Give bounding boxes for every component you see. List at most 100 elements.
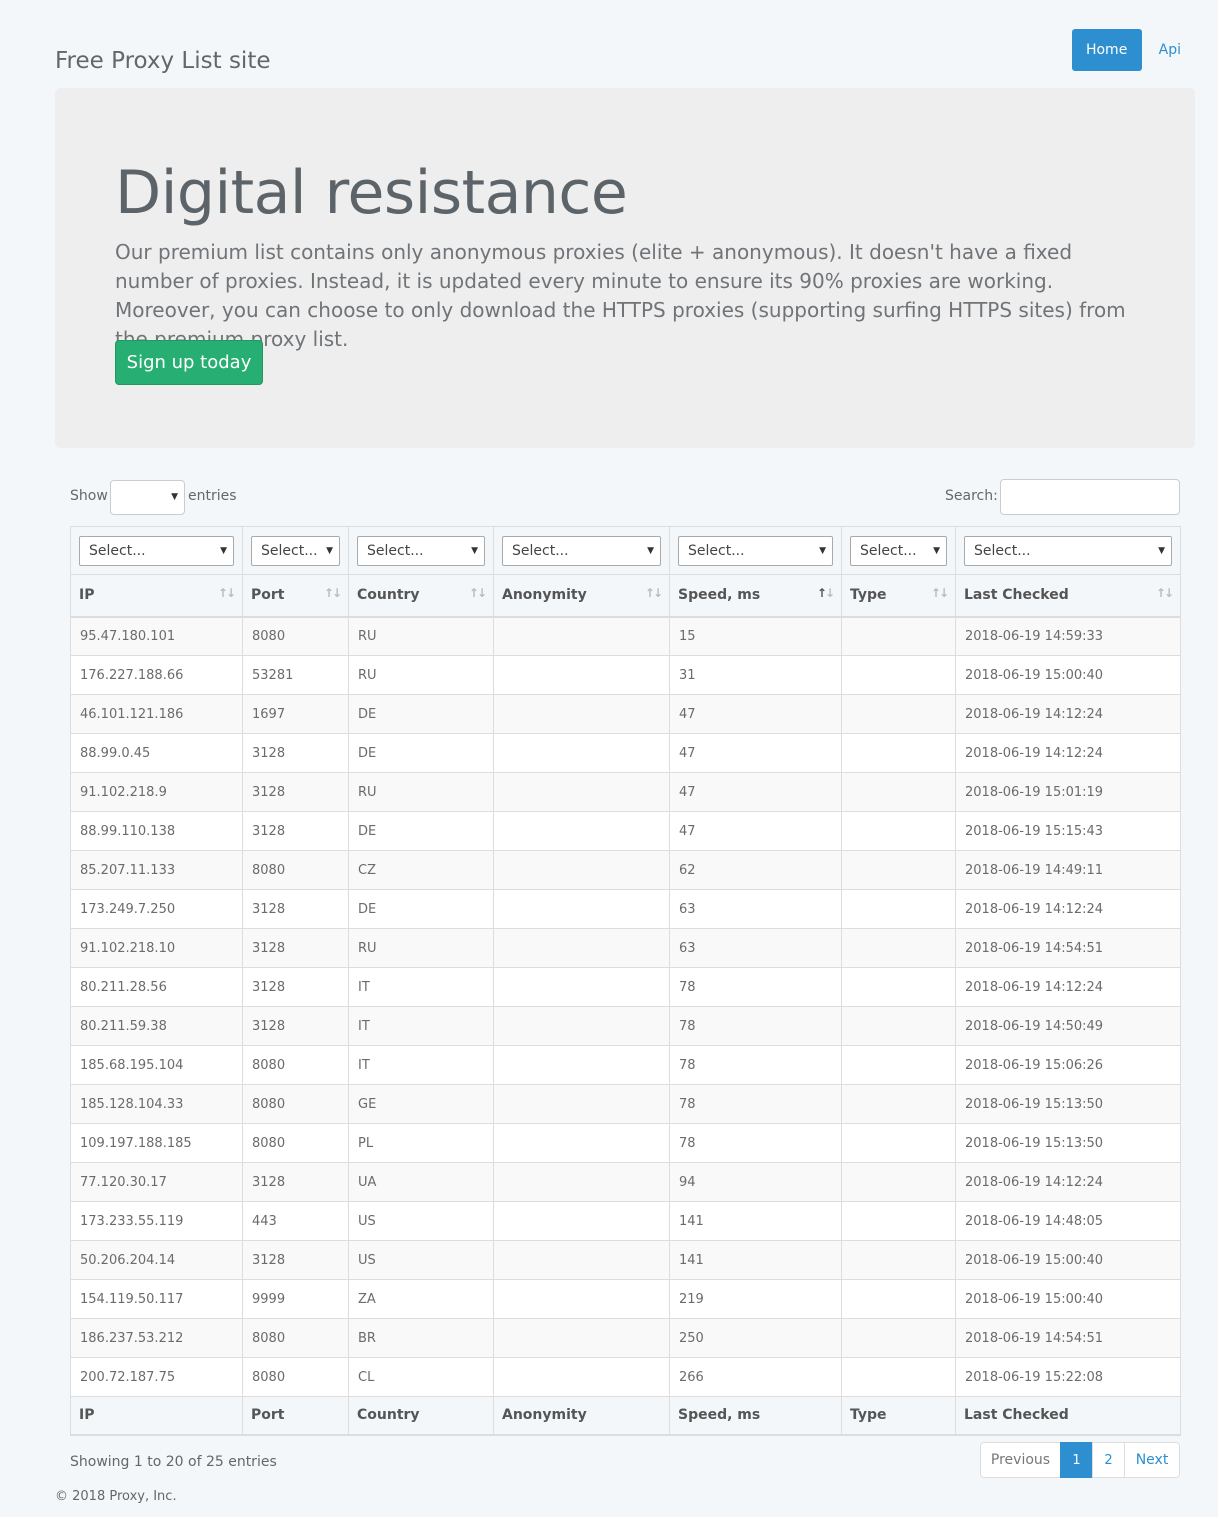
column-filter-select[interactable]: Select... ▼ — [964, 535, 1172, 566]
table-cell — [493, 694, 670, 734]
table-cell — [841, 1357, 956, 1397]
table-cell: 2018-06-19 14:12:24 — [955, 733, 1181, 773]
column-header[interactable]: Speed, ms ↑↓ — [669, 574, 842, 618]
pagination-previous[interactable]: Previous — [980, 1442, 1061, 1478]
table-cell: CL — [348, 1357, 494, 1397]
table-cell: 77.120.30.17 — [70, 1162, 243, 1202]
table-cell — [493, 1006, 670, 1046]
table-cell: 2018-06-19 15:06:26 — [955, 1045, 1181, 1085]
column-filter-select[interactable]: Select... ▼ — [850, 535, 947, 566]
column-header[interactable]: Country ↑↓ — [348, 574, 494, 618]
column-filter-select[interactable]: Select... ▼ — [79, 535, 234, 566]
table-cell: DE — [348, 811, 494, 851]
table-cell — [841, 655, 956, 695]
column-header[interactable]: Type ↑↓ — [841, 574, 956, 618]
table-cell: 15 — [669, 616, 842, 656]
table-cell — [493, 1201, 670, 1241]
column-header[interactable]: Anonymity ↑↓ — [493, 574, 670, 618]
sort-icon: ↑↓ — [217, 586, 236, 600]
column-footer: Anonymity — [493, 1396, 670, 1436]
column-filter-select[interactable]: Select... ▼ — [502, 535, 661, 566]
sort-icon: ↑↓ — [644, 586, 663, 600]
table-cell: CZ — [348, 850, 494, 890]
sort-icon: ↑↓ — [1155, 586, 1174, 600]
sort-icon: ↑↓ — [323, 586, 342, 600]
signup-button[interactable]: Sign up today — [115, 340, 263, 385]
filter-select-label: Select... — [974, 542, 1031, 559]
search-input[interactable] — [1000, 479, 1180, 515]
pagination-next[interactable]: Next — [1124, 1442, 1180, 1478]
table-cell: 176.227.188.66 — [70, 655, 243, 695]
nav-home-button[interactable]: Home — [1071, 29, 1142, 71]
table-cell: 85.207.11.133 — [70, 850, 243, 890]
pagination-page-2[interactable]: 2 — [1092, 1442, 1125, 1478]
table-cell: 443 — [242, 1201, 349, 1241]
table-cell: IT — [348, 1006, 494, 1046]
table-cell: 2018-06-19 15:13:50 — [955, 1123, 1181, 1163]
table-cell: 2018-06-19 14:54:51 — [955, 1318, 1181, 1358]
table-row: 46.101.121.186 1697 DE 47 2018-06-19 14:12:2… — [70, 694, 1181, 734]
pagination-page-1[interactable]: 1 — [1060, 1442, 1093, 1478]
table-cell: 2018-06-19 14:12:24 — [955, 1162, 1181, 1202]
table-cell: 154.119.50.117 — [70, 1279, 243, 1319]
table-row: 91.102.218.10 3128 RU 63 2018-06-19 14:54:51 — [70, 928, 1181, 968]
show-label: Show — [70, 488, 108, 504]
table-cell: 91.102.218.10 — [70, 928, 243, 968]
entries-length-select[interactable]: ▼ — [110, 480, 185, 515]
column-footer: Port — [242, 1396, 349, 1436]
table-cell — [841, 1084, 956, 1124]
nav-api-link[interactable]: Api — [1159, 42, 1181, 58]
column-header[interactable]: IP ↑↓ — [70, 574, 243, 618]
table-cell — [841, 1006, 956, 1046]
column-footer: IP — [70, 1396, 243, 1436]
table-cell: UA — [348, 1162, 494, 1202]
table-cell: 186.237.53.212 — [70, 1318, 243, 1358]
table-row: 200.72.187.75 8080 CL 266 2018-06-19 15:22:0… — [70, 1357, 1181, 1397]
table-cell: 47 — [669, 811, 842, 851]
table-cell: 3128 — [242, 772, 349, 812]
column-header-label: Speed, ms — [678, 587, 761, 604]
table-cell: PL — [348, 1123, 494, 1163]
table-cell: ZA — [348, 1279, 494, 1319]
column-header[interactable]: Last Checked ↑↓ — [955, 574, 1181, 618]
table-cell — [841, 811, 956, 851]
table-row: 173.233.55.119 443 US 141 2018-06-19 14:48:0… — [70, 1201, 1181, 1241]
table-cell — [493, 889, 670, 929]
table-cell: 80.211.28.56 — [70, 967, 243, 1007]
chevron-down-icon: ▼ — [1158, 545, 1165, 556]
chevron-down-icon: ▼ — [220, 545, 227, 556]
table-cell — [493, 1240, 670, 1280]
table-cell: 3128 — [242, 1240, 349, 1280]
table-cell — [841, 1279, 956, 1319]
table-cell — [841, 772, 956, 812]
table-row: 88.99.0.45 3128 DE 47 2018-06-19 14:12:24 — [70, 733, 1181, 773]
table-cell: RU — [348, 616, 494, 656]
table-cell — [493, 1318, 670, 1358]
table-cell: 78 — [669, 1006, 842, 1046]
column-filter-select[interactable]: Select... ▼ — [251, 535, 340, 566]
column-filter-select[interactable]: Select... ▼ — [678, 535, 833, 566]
table-cell — [841, 1045, 956, 1085]
filter-cell: Select... ▼ — [493, 526, 670, 575]
column-filter-select[interactable]: Select... ▼ — [357, 535, 485, 566]
jumbotron: Digital resistance Our premium list cont… — [55, 88, 1195, 448]
table-cell — [493, 1279, 670, 1319]
table-cell: 8080 — [242, 850, 349, 890]
column-header[interactable]: Port ↑↓ — [242, 574, 349, 618]
table-row: 77.120.30.17 3128 UA 94 2018-06-19 14:12:24 — [70, 1162, 1181, 1202]
table-cell: 3128 — [242, 811, 349, 851]
filter-cell: Select... ▼ — [242, 526, 349, 575]
table-cell: 2018-06-19 14:12:24 — [955, 694, 1181, 734]
table-cell: 200.72.187.75 — [70, 1357, 243, 1397]
column-header-label: Port — [251, 587, 285, 604]
table-cell: 78 — [669, 1045, 842, 1085]
table-cell: 53281 — [242, 655, 349, 695]
top-nav: Home Api — [1071, 29, 1181, 71]
table-row: 186.237.53.212 8080 BR 250 2018-06-19 14:54:… — [70, 1318, 1181, 1358]
table-cell: IT — [348, 1045, 494, 1085]
column-header-label: Country — [357, 587, 420, 604]
filter-select-label: Select... — [860, 542, 917, 559]
filter-select-label: Select... — [89, 542, 146, 559]
jumbotron-text: Our premium list contains only anonymous… — [115, 240, 1126, 351]
entries-label: entries — [188, 488, 237, 504]
